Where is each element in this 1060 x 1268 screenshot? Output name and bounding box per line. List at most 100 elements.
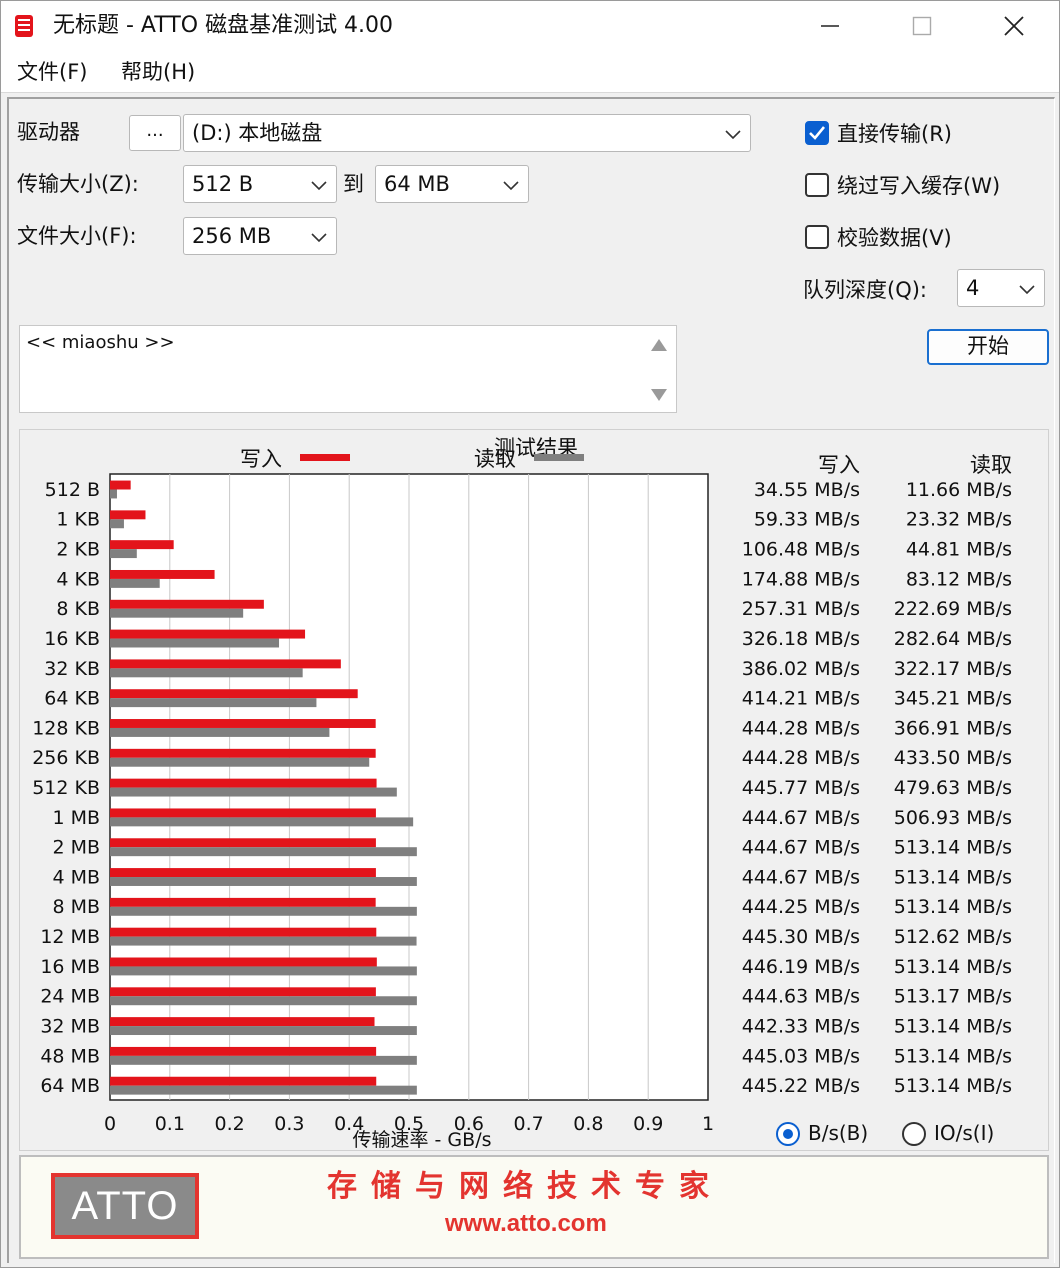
bypass-cache-checkbox[interactable] <box>805 173 829 197</box>
transfer-to-select[interactable]: 64 MB <box>375 165 529 203</box>
bypass-cache-label[interactable]: 绕过写入缓存(W) <box>837 171 1000 201</box>
bytes-per-second-label[interactable]: B/s(B) <box>808 1118 868 1148</box>
close-button[interactable] <box>969 1 1059 51</box>
menu-help[interactable]: 帮助(H) <box>117 57 199 87</box>
description-text: << miaoshu >> <box>26 332 175 353</box>
category-label: 12 MB <box>40 926 100 948</box>
category-label: 4 MB <box>52 866 100 888</box>
read-bar <box>110 698 317 708</box>
transfer-to-value: 64 MB <box>384 172 450 196</box>
write-bar <box>110 510 146 520</box>
chevron-down-icon <box>1019 285 1035 295</box>
write-bar <box>110 569 215 579</box>
description-textarea[interactable]: << miaoshu >> <box>19 325 677 413</box>
bytes-per-second-radio[interactable] <box>776 1122 800 1146</box>
direct-io-checkbox[interactable] <box>805 121 829 145</box>
read-bar <box>110 519 124 529</box>
write-value-label: 414.21 MB/s <box>742 688 860 710</box>
x-tick-label: 0 <box>104 1113 116 1135</box>
read-bar <box>110 1055 417 1065</box>
transfer-size-label: 传输大小(Z): <box>17 172 139 196</box>
read-bar <box>110 489 117 499</box>
main-panel: 驱动器 ... (D:) 本地磁盘 传输大小(Z): 512 B 到 64 MB… <box>7 97 1055 1263</box>
verify-data-checkbox[interactable] <box>805 225 829 249</box>
write-bar <box>110 689 358 699</box>
atto-banner: ATTO 存储与网络技术专家 www.atto.com <box>19 1155 1049 1259</box>
queue-depth-label: 队列深度(Q): <box>803 278 927 302</box>
drive-value: (D:) 本地磁盘 <box>192 121 323 145</box>
io-per-second-radio[interactable] <box>902 1122 926 1146</box>
description-scrollbar[interactable] <box>642 326 676 412</box>
verify-data-label[interactable]: 校验数据(V) <box>837 223 952 253</box>
category-label: 16 KB <box>44 628 100 650</box>
read-value-label: 44.81 MB/s <box>906 539 1012 561</box>
category-label: 24 MB <box>40 986 100 1008</box>
drive-label: 驱动器 <box>17 120 80 144</box>
start-button[interactable]: 开始 <box>927 329 1049 365</box>
maximize-button[interactable] <box>877 1 967 51</box>
category-label: 16 MB <box>40 956 100 978</box>
file-size-select[interactable]: 256 MB <box>183 217 337 255</box>
menu-file[interactable]: 文件(F) <box>13 57 91 87</box>
scroll-down-icon[interactable] <box>650 388 668 402</box>
minimize-button[interactable] <box>785 1 875 51</box>
read-value-label: 479.63 MB/s <box>894 777 1012 799</box>
write-bar <box>110 1017 375 1027</box>
category-label: 4 KB <box>56 568 100 590</box>
read-bar <box>110 578 160 588</box>
io-per-second-label[interactable]: IO/s(I) <box>934 1118 994 1148</box>
category-label: 8 MB <box>52 896 100 918</box>
category-label: 2 KB <box>56 539 100 561</box>
direct-io-label[interactable]: 直接传输(R) <box>837 119 952 149</box>
read-bar <box>110 727 330 737</box>
write-value-label: 386.02 MB/s <box>742 658 860 680</box>
category-label: 32 MB <box>40 1015 100 1037</box>
read-value-label: 345.21 MB/s <box>894 688 1012 710</box>
write-value-label: 444.63 MB/s <box>742 986 860 1008</box>
read-value-label: 513.14 MB/s <box>894 896 1012 918</box>
read-value-label: 513.14 MB/s <box>894 1045 1012 1067</box>
read-value-label: 23.32 MB/s <box>906 509 1012 531</box>
write-bar <box>110 987 376 997</box>
title-bar: 无标题 - ATTO 磁盘基准测试 4.00 <box>1 1 1059 51</box>
read-value-label: 513.14 MB/s <box>894 956 1012 978</box>
read-bar <box>110 936 417 946</box>
read-value-label: 83.12 MB/s <box>906 568 1012 590</box>
category-label: 64 KB <box>44 688 100 710</box>
chevron-down-icon <box>311 233 327 243</box>
file-size-value: 256 MB <box>192 224 272 248</box>
x-tick-label: 0.9 <box>633 1113 663 1135</box>
read-bar <box>110 668 303 678</box>
write-bar <box>110 778 377 788</box>
write-bar <box>110 808 376 818</box>
write-value-label: 445.30 MB/s <box>742 926 860 948</box>
browse-button[interactable]: ... <box>129 115 181 151</box>
write-value-label: 444.28 MB/s <box>742 717 860 739</box>
write-column-header: 写入 <box>818 453 860 477</box>
category-label: 1 KB <box>56 509 100 531</box>
transfer-from-select[interactable]: 512 B <box>183 165 337 203</box>
write-value-label: 444.25 MB/s <box>742 896 860 918</box>
drive-select[interactable]: (D:) 本地磁盘 <box>183 114 751 152</box>
chevron-down-icon <box>311 181 327 191</box>
write-value-label: 445.03 MB/s <box>742 1045 860 1067</box>
write-value-label: 257.31 MB/s <box>742 598 860 620</box>
to-label: 到 <box>343 172 364 196</box>
write-bar <box>110 838 376 848</box>
read-bar <box>110 906 417 916</box>
queue-depth-select[interactable]: 4 <box>957 269 1045 307</box>
x-tick-label: 0.8 <box>573 1113 603 1135</box>
x-tick-label: 0.3 <box>274 1113 304 1135</box>
read-value-label: 513.17 MB/s <box>894 986 1012 1008</box>
banner-website[interactable]: www.atto.com <box>445 1209 607 1239</box>
maximize-icon <box>912 16 932 36</box>
read-bar <box>110 877 417 886</box>
transfer-from-value: 512 B <box>192 172 254 196</box>
write-bar <box>110 927 377 937</box>
close-icon <box>1004 16 1024 36</box>
scroll-up-icon[interactable] <box>650 338 668 352</box>
minimize-icon <box>821 25 839 27</box>
write-bar <box>110 480 131 490</box>
read-bar <box>110 757 370 767</box>
read-bar <box>110 1085 417 1095</box>
